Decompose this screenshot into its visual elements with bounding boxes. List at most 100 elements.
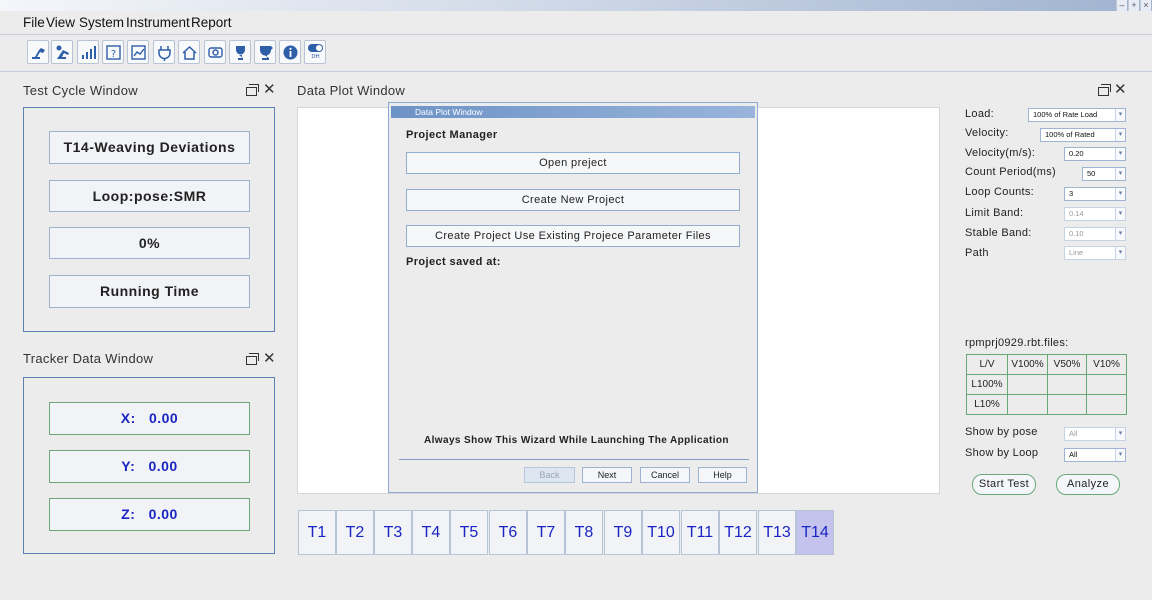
close-icon[interactable]: ✕	[263, 349, 276, 367]
tab-t12[interactable]: T12	[719, 510, 757, 555]
load-select[interactable]: 100% of Rate Load ▾	[1028, 108, 1126, 122]
tab-t13[interactable]: T13	[758, 510, 796, 555]
dialog-title-bar[interactable]: Data Plot Window	[391, 106, 755, 118]
table-header-cell: V50%	[1047, 354, 1087, 375]
show-by-pose-select[interactable]: All ▾	[1064, 427, 1126, 441]
table-header-cell: V100%	[1007, 354, 1048, 375]
create-from-existing-button[interactable]: Create Project Use Existing Projece Para…	[406, 225, 740, 247]
tab-t7[interactable]: T7	[527, 510, 565, 555]
menu-view[interactable]: View	[46, 15, 75, 30]
y-value: 0.00	[148, 458, 178, 474]
tab-t2[interactable]: T2	[336, 510, 374, 555]
y-coordinate[interactable]: Y: 0.00	[49, 450, 250, 483]
table-cell[interactable]	[1047, 394, 1087, 415]
limit-band-select[interactable]: 0.14 ▾	[1064, 207, 1126, 221]
tab-t11[interactable]: T11	[681, 510, 719, 555]
path-label: Path	[965, 247, 989, 259]
table-cell[interactable]	[1047, 374, 1087, 395]
info-icon[interactable]	[279, 40, 301, 64]
loop-counts-label: Loop Counts:	[965, 186, 1035, 198]
help-button[interactable]: Help	[698, 467, 747, 483]
velocity-ms-select[interactable]: 0.20 ▾	[1064, 147, 1126, 161]
count-period-select[interactable]: 50 ▾	[1082, 167, 1126, 181]
loop-pose-button[interactable]: Loop:pose:SMR	[49, 180, 250, 212]
show-by-loop-select[interactable]: All ▾	[1064, 448, 1126, 462]
toggle-icon[interactable]: DH	[304, 40, 326, 64]
menu-system[interactable]: System	[79, 15, 124, 30]
award-icon[interactable]	[254, 40, 276, 64]
table-cell[interactable]	[1007, 394, 1048, 415]
z-coordinate[interactable]: Z: 0.00	[49, 498, 250, 531]
trend-chart-icon[interactable]	[127, 40, 149, 64]
tab-t10[interactable]: T10	[642, 510, 680, 555]
plug-icon[interactable]	[153, 40, 175, 64]
cancel-button[interactable]: Cancel	[640, 467, 690, 483]
files-title: rpmprj0929.rbt.files:	[965, 337, 1069, 349]
show-by-pose-label: Show by pose	[965, 426, 1038, 438]
close-icon[interactable]: ✕	[263, 80, 276, 98]
next-button[interactable]: Next	[582, 467, 632, 483]
table-header-row: L/V V100% V50% V10%	[966, 354, 1127, 375]
velocity-value: 100% of Rated	[1045, 130, 1095, 139]
restore-icon[interactable]	[1098, 84, 1111, 99]
trophy-icon[interactable]	[229, 40, 251, 64]
limit-band-label: Limit Band:	[965, 207, 1024, 219]
restore-icon[interactable]	[246, 84, 259, 99]
tab-t14[interactable]: T14	[796, 510, 834, 555]
maximize-button[interactable]: +	[1128, 0, 1139, 11]
restore-icon[interactable]	[246, 353, 259, 368]
stable-band-select[interactable]: 0.10 ▾	[1064, 227, 1126, 241]
dialog-heading: Project Manager	[406, 129, 498, 141]
camera-icon[interactable]	[204, 40, 226, 64]
menu-file[interactable]: File	[23, 15, 45, 30]
create-project-button[interactable]: Create New Project	[406, 189, 740, 211]
robot-teach-icon[interactable]	[51, 40, 73, 64]
analyze-button[interactable]: Analyze	[1056, 474, 1120, 495]
chevron-down-icon: ▾	[1115, 168, 1125, 180]
table-cell[interactable]	[1007, 374, 1048, 395]
tab-t1[interactable]: T1	[298, 510, 336, 555]
velocity-select[interactable]: 100% of Rated ▾	[1040, 128, 1126, 142]
chevron-down-icon: ▾	[1115, 148, 1125, 160]
bar-chart-icon[interactable]	[77, 40, 99, 64]
test-name-button[interactable]: T14-Weaving Deviations	[49, 131, 250, 164]
table-cell[interactable]	[1086, 374, 1127, 395]
loop-counts-select[interactable]: 3 ▾	[1064, 187, 1126, 201]
z-value: 0.00	[148, 506, 178, 522]
menu-report[interactable]: Report	[191, 15, 232, 30]
tab-t3[interactable]: T3	[374, 510, 412, 555]
tab-t8[interactable]: T8	[565, 510, 603, 555]
wizard-checkbox-label[interactable]: Always Show This Wizard While Launching …	[424, 435, 729, 446]
table-cell[interactable]	[1086, 394, 1127, 415]
close-window-button[interactable]: ×	[1140, 0, 1151, 11]
robot-arm-icon[interactable]	[27, 40, 49, 64]
tracker-panel: X: 0.00 Y: 0.00 Z: 0.00	[23, 377, 275, 554]
tab-t4[interactable]: T4	[412, 510, 450, 555]
title-bar: – + ×	[0, 0, 1152, 11]
back-button[interactable]: Back	[524, 467, 575, 483]
minimize-button[interactable]: –	[1116, 0, 1127, 11]
velocity-ms-label: Velocity(m/s):	[965, 147, 1036, 159]
table-header-cell: L/V	[966, 354, 1008, 375]
toolbar: ? DH	[0, 36, 1152, 70]
tab-t5[interactable]: T5	[450, 510, 488, 555]
tab-t6[interactable]: T6	[489, 510, 527, 555]
load-value: 100% of Rate Load	[1033, 110, 1098, 119]
test-cycle-panel: T14-Weaving Deviations Loop:pose:SMR 0% …	[23, 107, 275, 332]
tab-t9[interactable]: T9	[604, 510, 642, 555]
z-axis-label: Z:	[121, 506, 136, 522]
table-row: L100%	[966, 374, 1127, 395]
toolbar-separator	[0, 71, 1152, 72]
start-test-button[interactable]: Start Test	[972, 474, 1036, 495]
table-row: L10%	[966, 394, 1127, 415]
menu-instrument[interactable]: Instrument	[126, 15, 190, 30]
help-icon[interactable]: ?	[102, 40, 124, 64]
open-project-button[interactable]: Open preject	[406, 152, 740, 174]
chevron-down-icon: ▾	[1115, 428, 1125, 440]
close-icon[interactable]: ✕	[1114, 80, 1127, 98]
home-icon[interactable]	[178, 40, 200, 64]
path-select[interactable]: Line ▾	[1064, 246, 1126, 260]
running-time-button[interactable]: Running Time	[49, 275, 250, 308]
x-coordinate[interactable]: X: 0.00	[49, 402, 250, 435]
progress-button[interactable]: 0%	[49, 227, 250, 259]
